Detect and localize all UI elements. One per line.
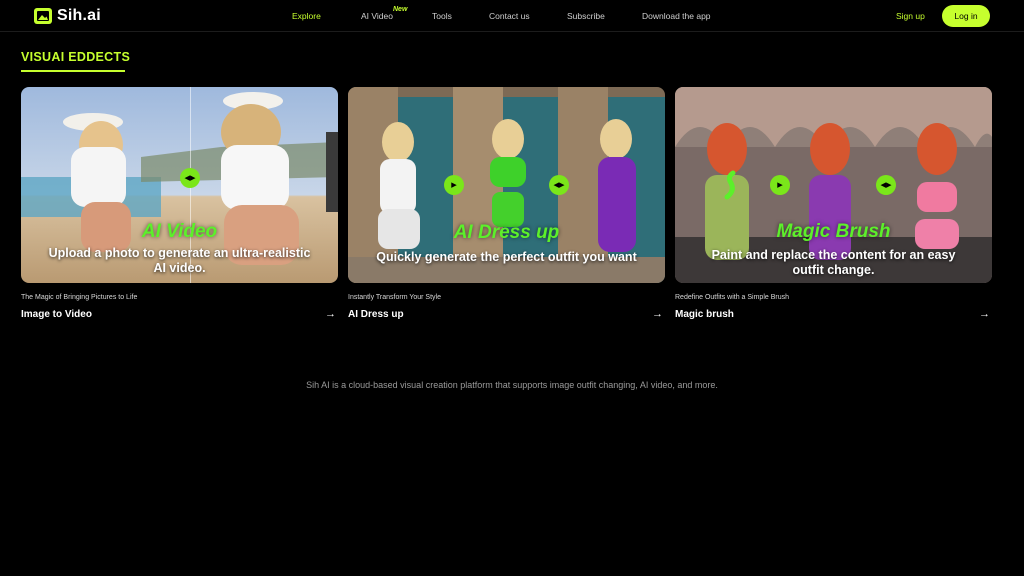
- overlay-description: Paint and replace the content for an eas…: [711, 248, 956, 277]
- brand-logo[interactable]: Sih.ai: [34, 7, 101, 25]
- nav-explore[interactable]: Explore: [292, 11, 321, 21]
- card-title[interactable]: Magic brush: [675, 309, 734, 320]
- compare-arrows-icon[interactable]: ◂▸: [180, 168, 200, 188]
- card-subtitle: The Magic of Bringing Pictures to Life: [21, 294, 138, 301]
- nav-tools[interactable]: Tools: [432, 11, 452, 21]
- overlay-title: AI Dress up: [453, 222, 560, 243]
- card-title[interactable]: Image to Video: [21, 309, 92, 320]
- card-thumbnail[interactable]: ▸ ◂▸ Magic Brush Paint and replace the c…: [675, 87, 992, 283]
- arrow-right-icon[interactable]: →: [652, 308, 663, 320]
- compare-arrows-icon[interactable]: ▸: [770, 175, 790, 195]
- top-navbar: Sih.ai Explore AI Video New Tools Contac…: [0, 0, 1024, 32]
- overlay-description: Upload a photo to generate an ultra-real…: [48, 246, 311, 275]
- card-subtitle: Instantly Transform Your Style: [348, 294, 441, 301]
- section-title: VISUAI EDDECTS: [21, 50, 131, 64]
- card-thumbnail[interactable]: ▸ ◂▸ AI Dress up Quickly generate the pe…: [348, 87, 665, 283]
- overlay-description: Quickly generate the perfect outfit you …: [376, 250, 637, 264]
- nav-contact-us[interactable]: Contact us: [489, 11, 530, 21]
- compare-arrows-icon[interactable]: ◂▸: [876, 175, 896, 195]
- compare-arrows-icon[interactable]: ▸: [444, 175, 464, 195]
- login-button[interactable]: Log in: [942, 5, 990, 27]
- card-magic-brush[interactable]: ▸ ◂▸ Magic Brush Paint and replace the c…: [675, 87, 992, 320]
- picture-icon: [34, 8, 52, 24]
- nav-subscribe[interactable]: Subscribe: [567, 11, 605, 21]
- nav-ai-video[interactable]: AI Video: [361, 11, 393, 21]
- card-subtitle: Redefine Outfits with a Simple Brush: [675, 294, 789, 301]
- signup-link[interactable]: Sign up: [896, 11, 925, 21]
- arrow-right-icon[interactable]: →: [325, 308, 336, 320]
- platform-description: Sih AI is a cloud-based visual creation …: [306, 380, 718, 390]
- nav-download-app[interactable]: Download the app: [642, 11, 711, 21]
- section-underline: [21, 70, 125, 72]
- card-image-to-video[interactable]: ◂▸ AI Video Upload a photo to generate a…: [21, 87, 338, 320]
- overlay-title: AI Video: [141, 221, 218, 242]
- overlay-title: Magic Brush: [776, 221, 891, 242]
- brand-name: Sih.ai: [57, 7, 101, 24]
- card-title[interactable]: AI Dress up: [348, 309, 404, 320]
- new-badge: New: [393, 6, 408, 13]
- compare-arrows-icon[interactable]: ◂▸: [549, 175, 569, 195]
- card-ai-dress-up[interactable]: ▸ ◂▸ AI Dress up Quickly generate the pe…: [348, 87, 665, 320]
- arrow-right-icon[interactable]: →: [979, 308, 990, 320]
- card-thumbnail[interactable]: ◂▸ AI Video Upload a photo to generate a…: [21, 87, 338, 283]
